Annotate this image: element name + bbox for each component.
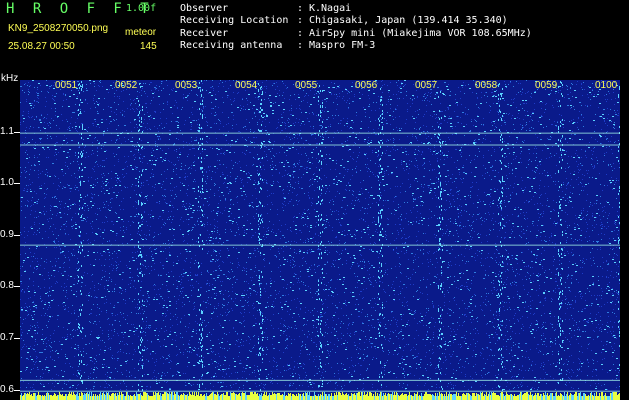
x-tick-label: 0055 (295, 80, 318, 91)
header-panel: H R O F F T 1.00f KN9_2508270050.png met… (0, 0, 629, 78)
y-tick-mark (14, 131, 20, 133)
carrier-line (20, 390, 620, 392)
right-edge-bar (620, 80, 629, 400)
info-row-antenna: Receiving antenna: Maspro FM-3 (180, 40, 532, 52)
info-value: Maspro FM-3 (309, 39, 376, 51)
info-row-observer: Observer: K.Nagai (180, 3, 532, 15)
info-value: Chigasaki, Japan (139.414 35.340) (309, 15, 508, 27)
info-label: Receiver (180, 27, 229, 39)
x-tick-label: 0100 (595, 80, 618, 91)
info-value: AirSpy mini (Miakejima VOR 108.65MHz) (309, 27, 532, 39)
station-info: Observer: K.Nagai Receiving Location: Chig… (180, 3, 532, 52)
x-tick-label: 0058 (475, 80, 498, 91)
y-tick-mark (14, 183, 20, 185)
datetime-label: 25.08.27 00:50 (8, 41, 75, 52)
count-label: 145 (140, 41, 157, 52)
carrier-line (20, 132, 620, 134)
info-row-receiver: Receiver: AirSpy mini (Miakejima VOR 108.… (180, 28, 532, 40)
info-label: Receiving Location (180, 15, 289, 27)
y-tick-mark (14, 234, 20, 236)
y-tick-mark (14, 338, 20, 340)
y-tick-mark (14, 389, 20, 391)
y-axis-unit-label: kHz (1, 73, 19, 84)
x-tick-label: 0059 (535, 80, 558, 91)
carrier-line (20, 144, 620, 146)
info-colon: : (297, 15, 304, 27)
info-colon: : (297, 27, 304, 39)
info-value: K.Nagai (309, 3, 352, 14)
x-tick-label: 0056 (355, 80, 378, 91)
x-tick-label: 0052 (115, 80, 138, 91)
x-tick-label: 0051 (55, 80, 78, 91)
version-label: 1.00f (126, 3, 157, 14)
info-label: Observer (180, 3, 229, 14)
carrier-line (20, 244, 620, 246)
info-row-location: Receiving Location: Chigasaki, Japan (139… (180, 15, 532, 27)
carrier-line (20, 379, 620, 381)
y-tick-mark (14, 286, 20, 288)
info-label: Receiving antenna (180, 39, 283, 51)
x-tick-label: 0057 (415, 80, 438, 91)
info-colon: : (297, 3, 304, 14)
spectrogram-svg (20, 80, 620, 400)
spectrogram-plot[interactable] (20, 80, 620, 400)
info-colon: : (297, 39, 304, 51)
mode-label: meteor (125, 27, 157, 38)
x-tick-label: 0053 (175, 80, 198, 91)
filename-label: KN9_2508270050.png (8, 23, 109, 34)
x-tick-label: 0054 (235, 80, 258, 91)
